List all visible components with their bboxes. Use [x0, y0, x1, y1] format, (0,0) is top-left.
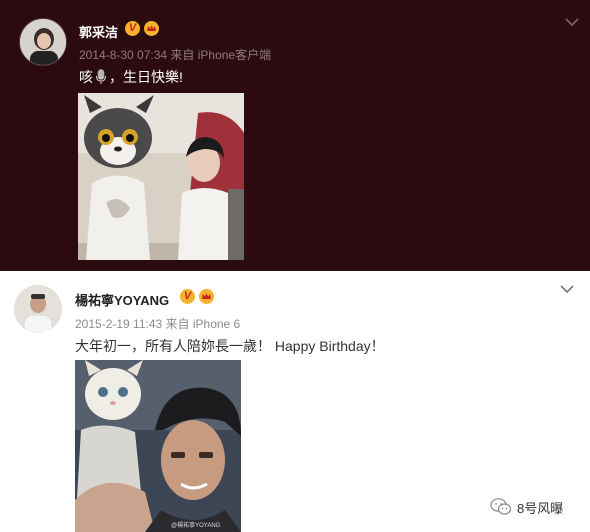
post-meta: 2015-2-19 11:43 来自 iPhone 6: [75, 317, 241, 331]
verified-v-icon[interactable]: V: [180, 289, 195, 304]
chevron-down-icon[interactable]: [559, 284, 575, 294]
post-photo[interactable]: [78, 93, 244, 260]
post-content: 大年初一，所有人陪妳長一歲！ Happy Birthday！: [75, 338, 385, 354]
username[interactable]: 楊祐寧YOYANG: [75, 290, 169, 309]
avatar-photo-icon: [20, 19, 66, 65]
badge-group: V: [180, 289, 215, 304]
avatar[interactable]: [14, 285, 62, 333]
weibo-post: 楊祐寧YOYANG V 2015-2-19 11:43 来自 iPhone 6 …: [0, 271, 590, 532]
wechat-icon: [490, 498, 512, 515]
post-photo[interactable]: @楊祐寧YOYANG: [75, 360, 241, 532]
account-watermark: 8号风曝: [490, 497, 563, 517]
content-text-before: 咳: [79, 69, 93, 85]
avatar[interactable]: [19, 18, 67, 66]
photo-watermark: @楊祐寧YOYANG: [171, 523, 221, 529]
microphone-icon: [96, 69, 106, 84]
post-content: 咳 ，生日快樂!: [79, 67, 183, 87]
verified-v-icon[interactable]: V: [125, 21, 140, 36]
cat-mask-photo-icon: [75, 360, 241, 532]
vip-crown-icon[interactable]: [143, 21, 160, 36]
post-meta: 2014-8-30 07:34 来自 iPhone客户端: [79, 48, 272, 62]
weibo-post: 郭采洁 V 2014-8-30 07:34 来自 iPhone客户端 咳 ，生日…: [0, 0, 590, 271]
vip-crown-icon[interactable]: [198, 289, 215, 304]
avatar-photo-icon: [14, 285, 62, 333]
cat-mask-photo-icon: [78, 93, 244, 260]
watermark-text: 8号风曝: [517, 500, 564, 516]
content-text-after: ，生日快樂!: [109, 69, 183, 85]
chevron-down-icon[interactable]: [564, 17, 580, 27]
username[interactable]: 郭采洁: [79, 22, 118, 41]
badge-group: V: [125, 21, 160, 36]
